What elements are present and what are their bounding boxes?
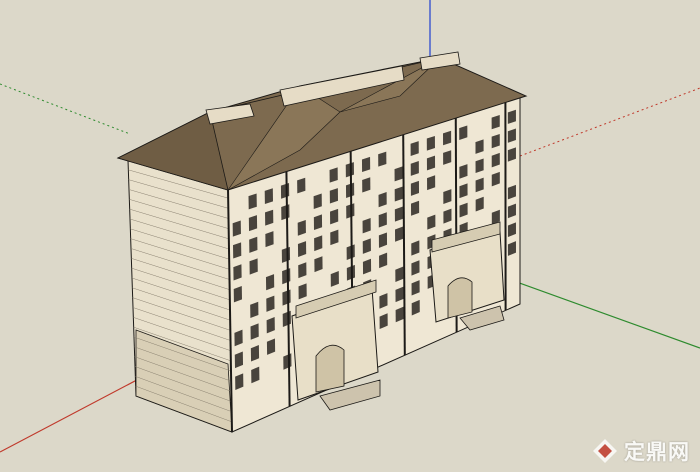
window — [232, 220, 241, 237]
red-axis-line — [0, 371, 153, 453]
window — [265, 209, 274, 226]
diamond-logo-icon — [593, 439, 617, 463]
red-axis-dotted-line — [519, 87, 700, 157]
green-axis-dotted-line — [0, 83, 131, 135]
window — [280, 183, 290, 199]
window — [281, 204, 290, 221]
window — [264, 188, 274, 205]
window — [297, 177, 306, 194]
watermark-text: 定鼎网 — [624, 441, 690, 464]
3d-scene[interactable] — [0, 0, 700, 472]
building-model[interactable] — [116, 51, 528, 433]
window — [248, 215, 258, 232]
window — [248, 193, 257, 210]
modeling-viewport[interactable]: 定鼎网 — [0, 0, 700, 472]
green-axis-line — [499, 275, 700, 349]
window — [329, 167, 338, 183]
window — [361, 156, 371, 172]
window — [233, 242, 242, 259]
watermark: 定鼎网 — [592, 436, 690, 466]
